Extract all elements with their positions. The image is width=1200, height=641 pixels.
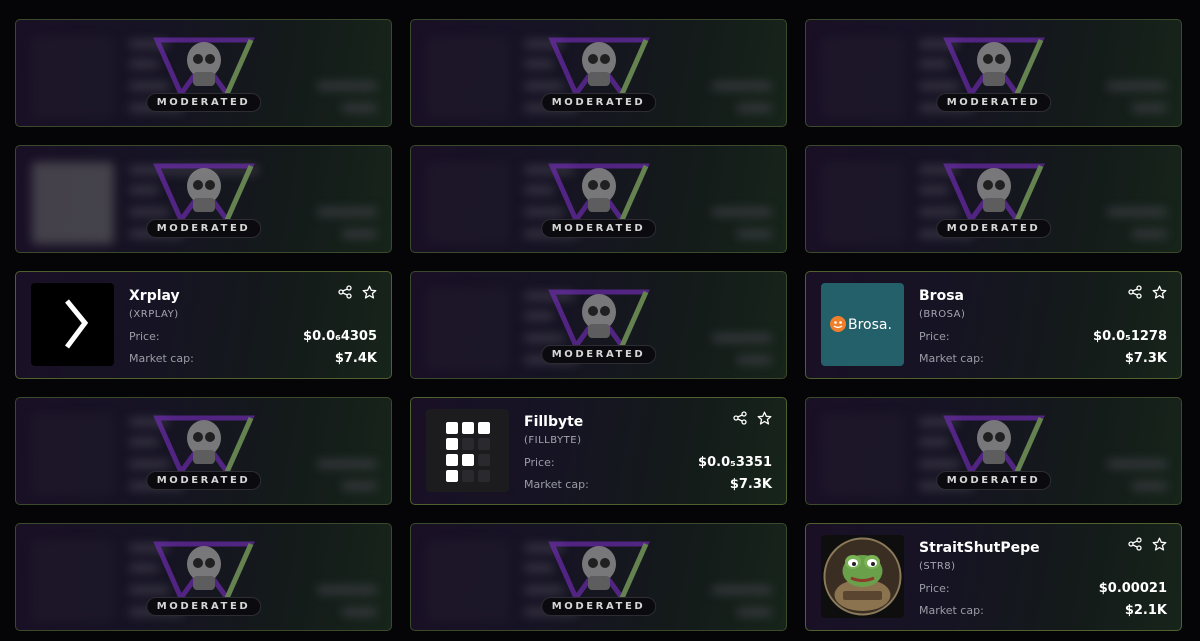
token-logo-straitshutpepe <box>821 535 904 618</box>
token-logo-xrplay <box>31 283 114 366</box>
moderated-badge: MODERATED <box>935 219 1052 238</box>
token-card-xrplay[interactable]: Xrplay (XRPLAY) Price: Market cap: $0.0₆… <box>15 271 392 379</box>
pepe-frog-avatar-icon <box>823 537 902 616</box>
share-icon[interactable] <box>733 411 747 425</box>
market-cap-value: $7.3K <box>729 477 772 492</box>
moderated-token-card[interactable]: MODERATED <box>410 271 787 379</box>
market-cap-value: $7.4K <box>334 351 377 366</box>
price-value: $0.0₅3351 <box>698 455 772 470</box>
token-grid: MODERATED MODERATED MODERATED MODERATED … <box>15 19 1182 631</box>
token-name: StraitShutPepe <box>919 540 1040 556</box>
moderated-badge: MODERATED <box>540 597 657 616</box>
skull-emblem-icon <box>547 541 650 603</box>
price-label: Price: <box>919 330 950 343</box>
brosa-logo-text: Brosa. <box>848 317 892 333</box>
moderated-badge: MODERATED <box>935 93 1052 112</box>
moderated-badge: MODERATED <box>145 93 262 112</box>
moderated-badge: MODERATED <box>145 219 262 238</box>
moderated-token-card[interactable]: MODERATED <box>15 19 392 127</box>
moderated-token-card[interactable]: MODERATED <box>15 397 392 505</box>
skull-emblem-icon <box>942 163 1045 225</box>
skull-emblem-icon <box>547 289 650 351</box>
market-cap-label: Market cap: <box>919 604 984 617</box>
market-cap-value: $2.1K <box>1124 603 1167 618</box>
skull-emblem-icon <box>152 415 255 477</box>
token-card-fillbyte[interactable]: Fillbyte (FILLBYTE) Price: Market cap: $… <box>410 397 787 505</box>
price-value: $0.0₅1278 <box>1093 329 1167 344</box>
moderated-badge: MODERATED <box>540 93 657 112</box>
moderated-token-card[interactable]: MODERATED <box>410 145 787 253</box>
market-cap-label: Market cap: <box>129 352 194 365</box>
moderated-token-card[interactable]: MODERATED <box>15 145 392 253</box>
price-label: Price: <box>524 456 555 469</box>
share-icon[interactable] <box>1128 285 1142 299</box>
moderated-token-card[interactable]: MODERATED <box>805 19 1182 127</box>
share-icon[interactable] <box>1128 537 1142 551</box>
chevron-right-icon <box>65 299 89 349</box>
star-icon[interactable] <box>757 411 772 426</box>
share-icon[interactable] <box>338 285 352 299</box>
token-ticker: (FILLBYTE) <box>524 435 582 446</box>
moderated-token-card[interactable]: MODERATED <box>410 19 787 127</box>
token-name: Fillbyte <box>524 414 584 430</box>
token-name: Xrplay <box>129 288 180 304</box>
star-icon[interactable] <box>1152 285 1167 300</box>
token-name: Brosa <box>919 288 964 304</box>
token-ticker: (STR8) <box>919 561 956 572</box>
token-logo-brosa: Brosa. <box>821 283 904 366</box>
moderated-badge: MODERATED <box>540 345 657 364</box>
token-ticker: (BROSA) <box>919 309 966 320</box>
star-icon[interactable] <box>1152 537 1167 552</box>
brosa-logo-icon: Brosa. <box>830 316 892 333</box>
market-cap-label: Market cap: <box>919 352 984 365</box>
price-value: $0.0₆4305 <box>303 329 377 344</box>
skull-emblem-icon <box>547 37 650 99</box>
skull-emblem-icon <box>152 163 255 225</box>
star-icon[interactable] <box>362 285 377 300</box>
moderated-badge: MODERATED <box>540 219 657 238</box>
moderated-token-card[interactable]: MODERATED <box>805 145 1182 253</box>
market-cap-label: Market cap: <box>524 478 589 491</box>
price-label: Price: <box>129 330 160 343</box>
skull-emblem-icon <box>152 541 255 603</box>
moderated-badge: MODERATED <box>145 471 262 490</box>
skull-emblem-icon <box>547 163 650 225</box>
moderated-badge: MODERATED <box>145 597 262 616</box>
token-card-straitshutpepe[interactable]: StraitShutPepe (STR8) Price: Market cap:… <box>805 523 1182 631</box>
moderated-token-card[interactable]: MODERATED <box>15 523 392 631</box>
skull-emblem-icon <box>152 37 255 99</box>
moderated-token-card[interactable]: MODERATED <box>410 523 787 631</box>
market-cap-value: $7.3K <box>1124 351 1167 366</box>
pixel-grid-logo-icon <box>446 422 490 482</box>
moderated-token-card[interactable]: MODERATED <box>805 397 1182 505</box>
token-card-brosa[interactable]: Brosa. Brosa (BROSA) Price: Market cap: … <box>805 271 1182 379</box>
skull-emblem-icon <box>942 37 1045 99</box>
token-ticker: (XRPLAY) <box>129 309 179 320</box>
skull-emblem-icon <box>942 415 1045 477</box>
price-label: Price: <box>919 582 950 595</box>
price-value: $0.00021 <box>1098 581 1167 596</box>
token-logo-fillbyte <box>426 409 509 492</box>
moderated-badge: MODERATED <box>935 471 1052 490</box>
